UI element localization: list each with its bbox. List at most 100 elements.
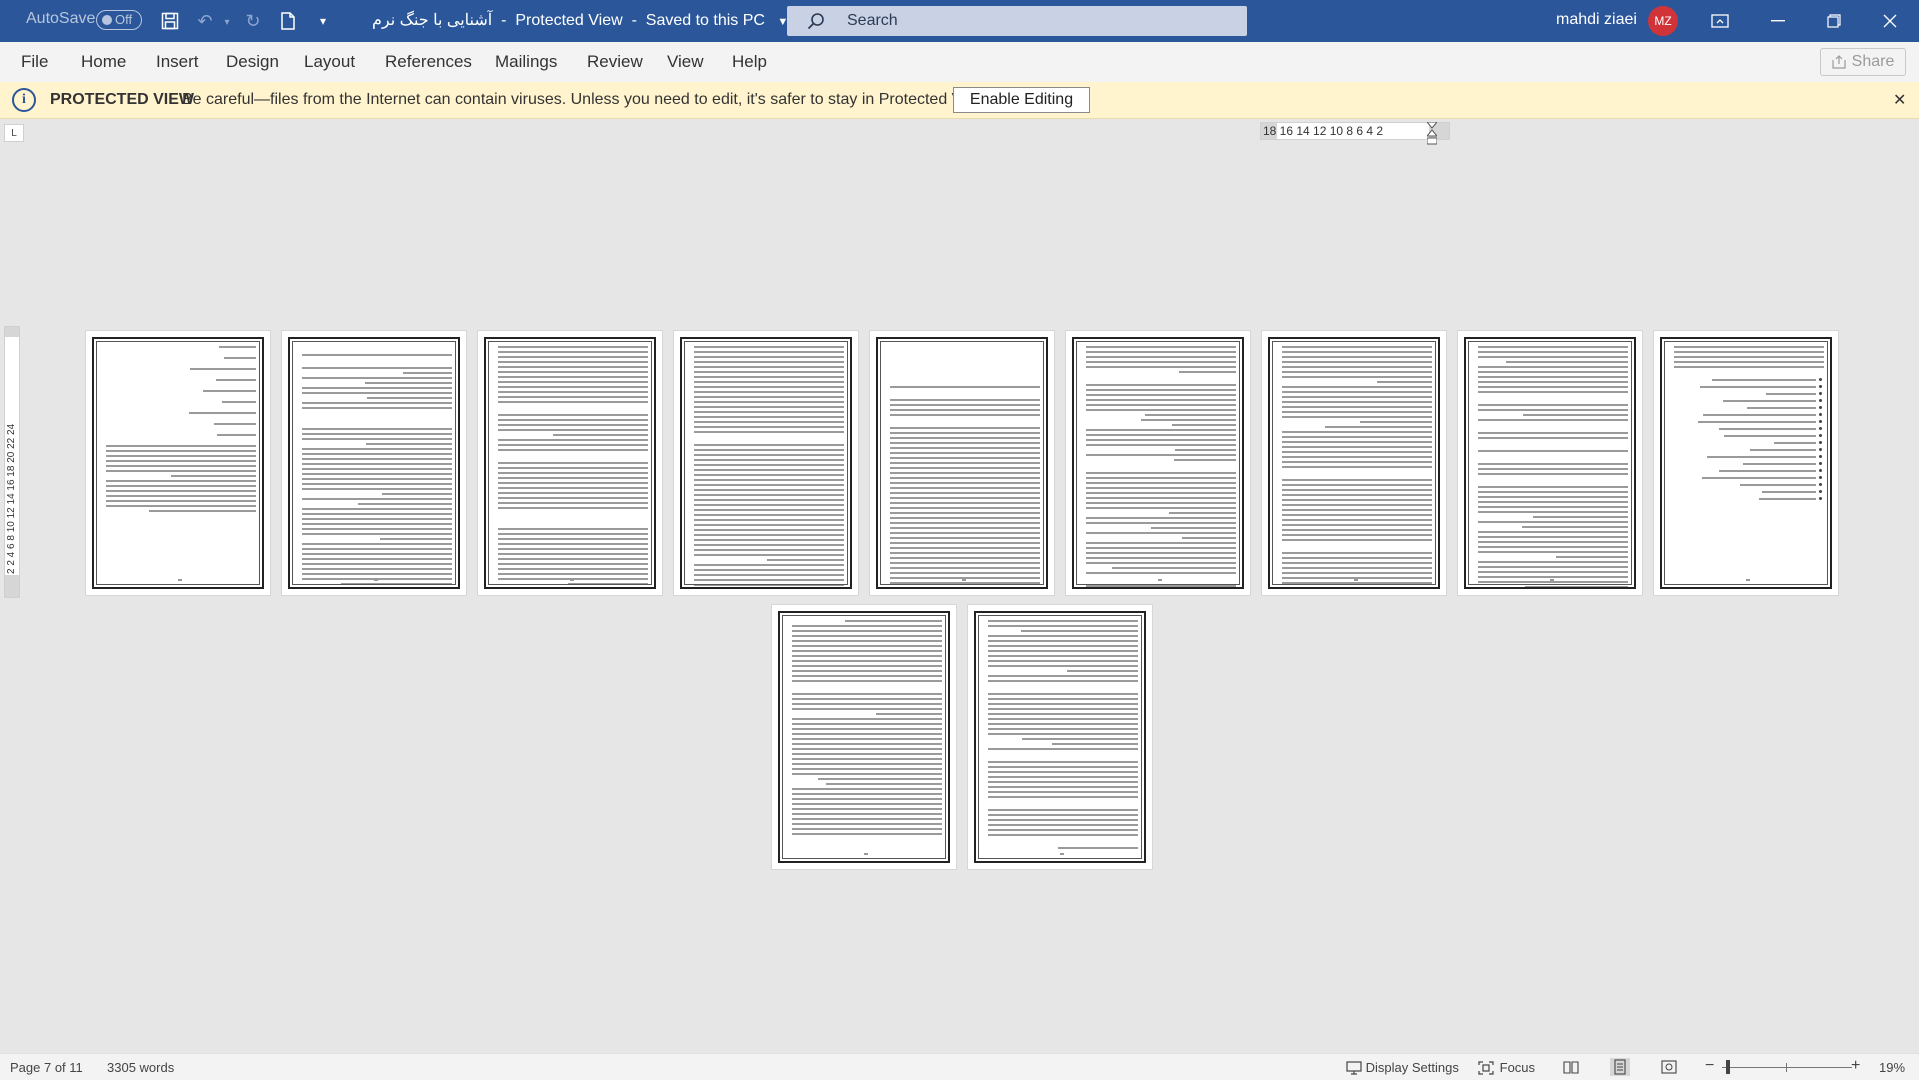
ribbon-display-options-icon[interactable] xyxy=(1692,0,1748,42)
tab-layout[interactable]: Layout xyxy=(304,52,355,72)
zoom-slider[interactable] xyxy=(1722,1067,1852,1068)
tab-selector[interactable]: L xyxy=(4,124,24,142)
page-thumbnail[interactable] xyxy=(771,604,957,870)
document-title[interactable]: آشنایی با جنگ نرم - Protected View - Sav… xyxy=(372,10,788,30)
page-thumbnail[interactable] xyxy=(477,330,663,596)
page-thumbnail[interactable] xyxy=(1065,330,1251,596)
text-line xyxy=(302,588,452,589)
zoom-in-button[interactable]: + xyxy=(1851,1057,1860,1075)
enable-editing-button[interactable]: Enable Editing xyxy=(953,87,1090,113)
text-line xyxy=(988,640,1138,642)
page-thumbnail[interactable] xyxy=(1653,330,1839,596)
page-number xyxy=(1354,579,1358,581)
avatar[interactable]: MZ xyxy=(1648,6,1678,36)
focus-label: Focus xyxy=(1499,1060,1536,1075)
text-line xyxy=(1674,346,1824,348)
save-icon[interactable] xyxy=(157,8,183,34)
page-number xyxy=(1550,579,1554,581)
text-line xyxy=(1086,366,1236,368)
text-line xyxy=(694,479,844,481)
text-line xyxy=(1360,421,1432,423)
text-line xyxy=(694,376,844,378)
page-border xyxy=(974,611,1146,863)
tab-design[interactable]: Design xyxy=(226,52,279,72)
tab-view[interactable]: View xyxy=(667,52,704,72)
text-line xyxy=(1478,566,1628,568)
page-thumbnail[interactable] xyxy=(1261,330,1447,596)
web-layout-icon[interactable] xyxy=(1659,1058,1679,1076)
text-line xyxy=(1172,424,1236,426)
title-separator: - xyxy=(501,12,507,29)
text-line xyxy=(1282,361,1432,363)
text-line xyxy=(498,346,648,348)
minimize-icon[interactable] xyxy=(1750,0,1806,42)
text-line xyxy=(1086,361,1236,363)
tab-review[interactable]: Review xyxy=(587,52,643,72)
read-mode-icon[interactable] xyxy=(1561,1058,1581,1076)
text-line xyxy=(1478,581,1628,583)
text-line xyxy=(1086,399,1236,401)
text-line xyxy=(890,552,1040,554)
print-layout-icon[interactable] xyxy=(1610,1058,1630,1076)
text-line xyxy=(694,351,844,353)
page-thumbnail[interactable] xyxy=(673,330,859,596)
text-line xyxy=(302,428,452,430)
save-status-label: Saved to this PC xyxy=(645,12,765,29)
indent-marker-icon[interactable] xyxy=(1425,121,1439,145)
text-line xyxy=(890,477,1040,479)
page-thumbnail[interactable] xyxy=(967,604,1153,870)
close-icon[interactable] xyxy=(1862,0,1918,42)
page-count[interactable]: Page 7 of 11 xyxy=(10,1060,83,1075)
text-line xyxy=(1086,507,1236,509)
text-line xyxy=(1674,356,1824,358)
text-line xyxy=(988,776,1138,778)
word-count[interactable]: 3305 words xyxy=(107,1060,174,1075)
text-line xyxy=(825,783,942,785)
display-settings-button[interactable]: Display Settings xyxy=(1346,1060,1459,1078)
zoom-out-button[interactable]: − xyxy=(1705,1057,1714,1075)
zoom-slider-thumb[interactable] xyxy=(1726,1060,1730,1074)
tab-help[interactable]: Help xyxy=(732,52,767,72)
text-line xyxy=(792,733,942,735)
text-line xyxy=(890,452,1040,454)
customize-toolbar-icon[interactable]: ▾ xyxy=(310,8,336,34)
undo-dropdown-icon[interactable]: ▾ xyxy=(214,9,240,35)
text-line xyxy=(792,833,942,835)
restore-icon[interactable] xyxy=(1806,0,1862,42)
focus-button[interactable]: Focus xyxy=(1478,1060,1535,1078)
zoom-level[interactable]: 19% xyxy=(1879,1060,1905,1075)
text-line xyxy=(171,475,256,477)
page-thumbnail[interactable] xyxy=(869,330,1055,596)
text-line xyxy=(694,396,844,398)
page-thumbnail[interactable] xyxy=(281,330,467,596)
text-line xyxy=(766,559,844,561)
text-line xyxy=(792,793,942,795)
text-line xyxy=(498,573,648,575)
autosave-toggle[interactable]: Off xyxy=(96,10,142,30)
tab-home[interactable]: Home xyxy=(81,52,126,72)
search-box[interactable]: Search xyxy=(787,6,1247,36)
text-line xyxy=(694,554,844,556)
close-icon[interactable]: ✕ xyxy=(1893,90,1906,110)
text-line xyxy=(1282,396,1432,398)
page-thumbnail[interactable] xyxy=(85,330,271,596)
text-line xyxy=(792,635,942,637)
share-button[interactable]: Share xyxy=(1820,48,1906,76)
text-line xyxy=(988,680,1138,682)
text-line xyxy=(792,650,942,652)
page-number xyxy=(1158,579,1162,581)
text-line xyxy=(844,620,942,622)
text-line xyxy=(792,768,942,770)
tab-file[interactable]: File xyxy=(21,52,48,72)
tab-references[interactable]: References xyxy=(385,52,472,72)
redo-icon[interactable]: ↻ xyxy=(240,8,266,34)
user-name[interactable]: mahdi ziaei xyxy=(1556,11,1637,29)
new-document-icon[interactable] xyxy=(275,8,301,34)
text-line xyxy=(988,645,1138,647)
tab-mailings[interactable]: Mailings xyxy=(495,52,557,72)
tab-insert[interactable]: Insert xyxy=(156,52,199,72)
page-thumbnail[interactable] xyxy=(1457,330,1643,596)
text-line xyxy=(1478,491,1628,493)
protected-view-message: Be careful—files from the Internet can c… xyxy=(182,91,990,108)
text-line xyxy=(792,630,942,632)
